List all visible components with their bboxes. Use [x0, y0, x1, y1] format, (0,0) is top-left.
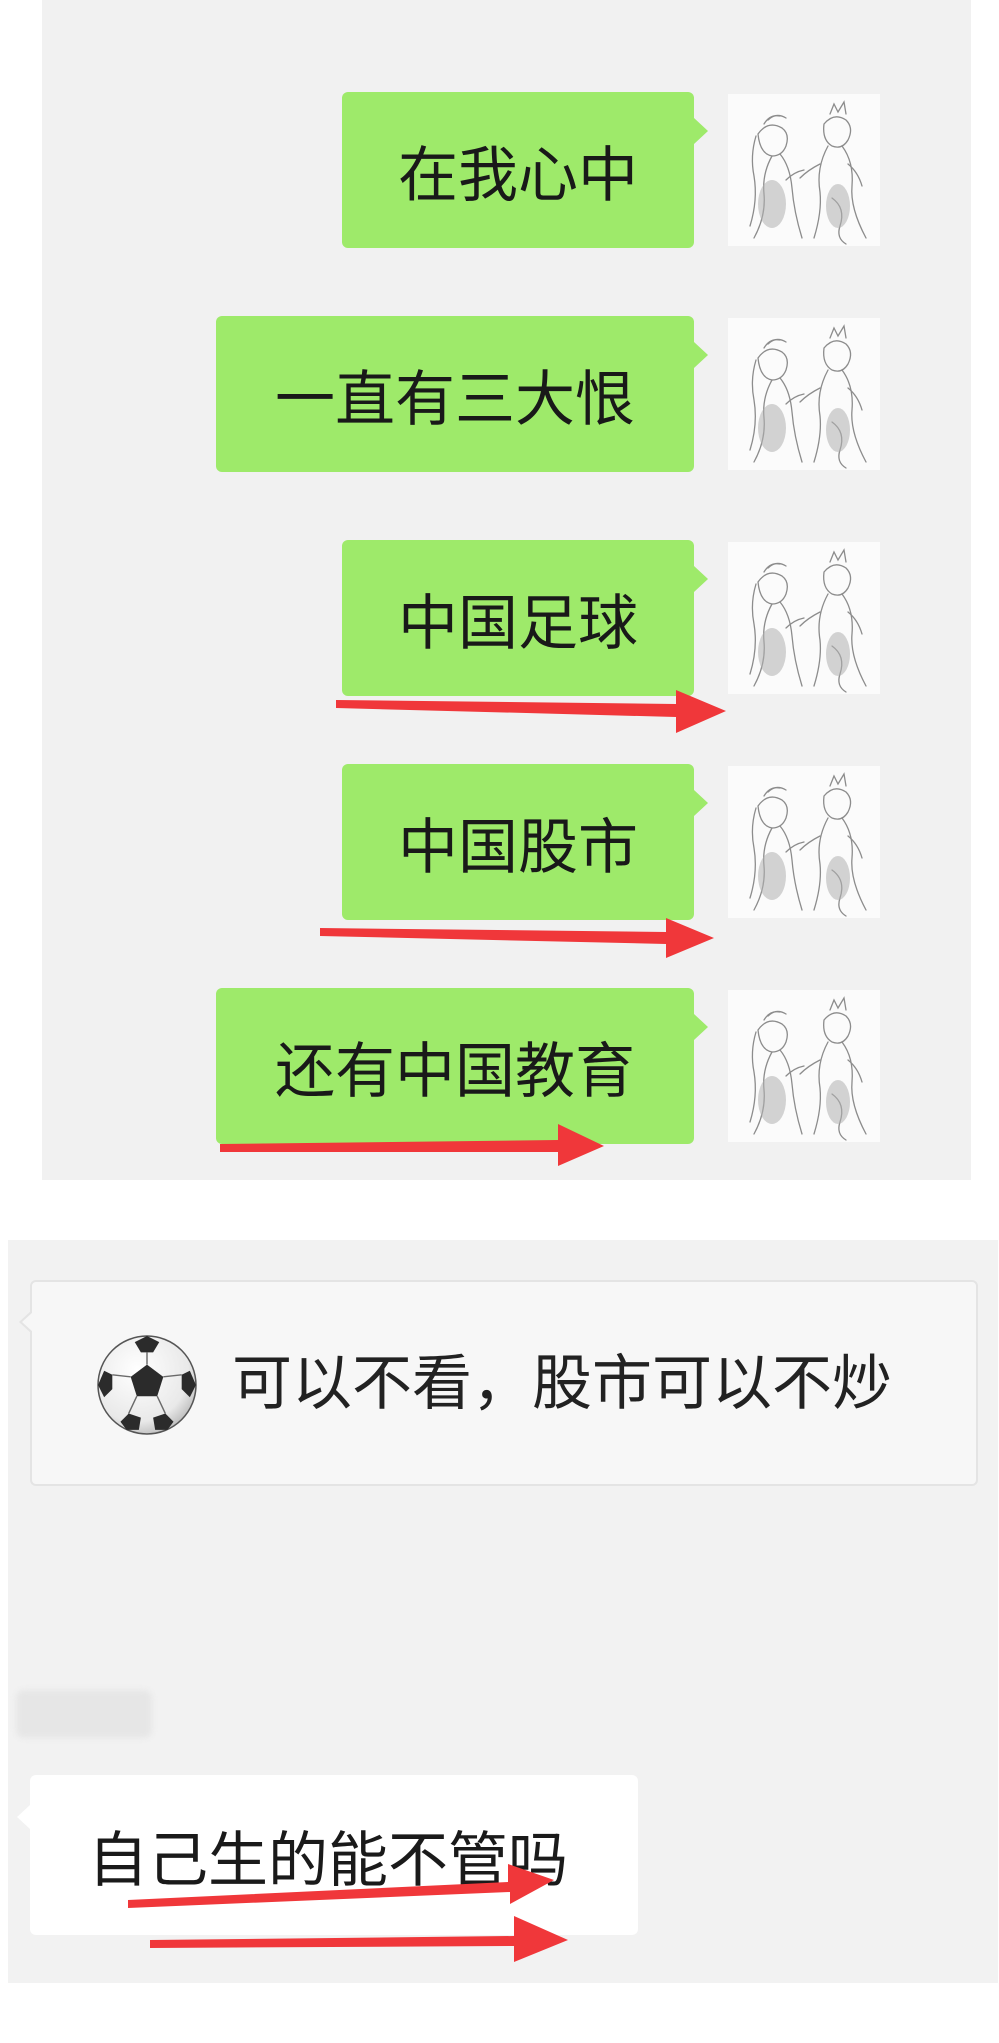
message-text: 中国股市 [398, 812, 638, 883]
reply-message-bubble[interactable]: 自己生的能不管吗 [17, 1775, 638, 1935]
screenshot-stage: 在我心中 一直有三大恨 中国足球 中国股市 还有中国教育 可以不看，股市可以不炒… [0, 0, 999, 2043]
soccer-ball-icon [97, 1335, 197, 1435]
message-text: 一直有三大恨 [275, 364, 635, 435]
user-avatar[interactable] [728, 318, 880, 470]
reply-message-text: 自己生的能不管吗 [88, 1825, 568, 1896]
message-bubble[interactable]: 中国足球 [342, 540, 708, 696]
anime-couple-sketch-avatar-icon [728, 94, 880, 246]
message-text: 中国足球 [398, 588, 638, 659]
message-bubble[interactable]: 还有中国教育 [216, 988, 708, 1144]
chat-panel-bottom: 可以不看，股市可以不炒 自己生的能不管吗 [8, 1240, 998, 1983]
message-bubble[interactable]: 一直有三大恨 [216, 316, 708, 472]
chat-panel-top: 在我心中 一直有三大恨 中国足球 中国股市 还有中国教育 [42, 0, 971, 1180]
anime-couple-sketch-avatar-icon [728, 542, 880, 694]
user-avatar[interactable] [728, 94, 880, 246]
anime-couple-sketch-avatar-icon [728, 990, 880, 1142]
message-text: 在我心中 [398, 140, 638, 211]
message-text: 还有中国教育 [275, 1036, 635, 1107]
anime-couple-sketch-avatar-icon [728, 766, 880, 918]
user-avatar[interactable] [728, 990, 880, 1142]
anime-couple-sketch-avatar-icon [728, 318, 880, 470]
message-bubble[interactable]: 中国股市 [342, 764, 708, 920]
user-avatar[interactable] [728, 766, 880, 918]
received-message-card[interactable]: 可以不看，股市可以不炒 [19, 1280, 978, 1486]
message-bubble[interactable]: 在我心中 [342, 92, 708, 248]
user-avatar[interactable] [728, 542, 880, 694]
message-text: 可以不看，股市可以不炒 [232, 1349, 892, 1419]
blurred-sender-name [16, 1690, 152, 1738]
